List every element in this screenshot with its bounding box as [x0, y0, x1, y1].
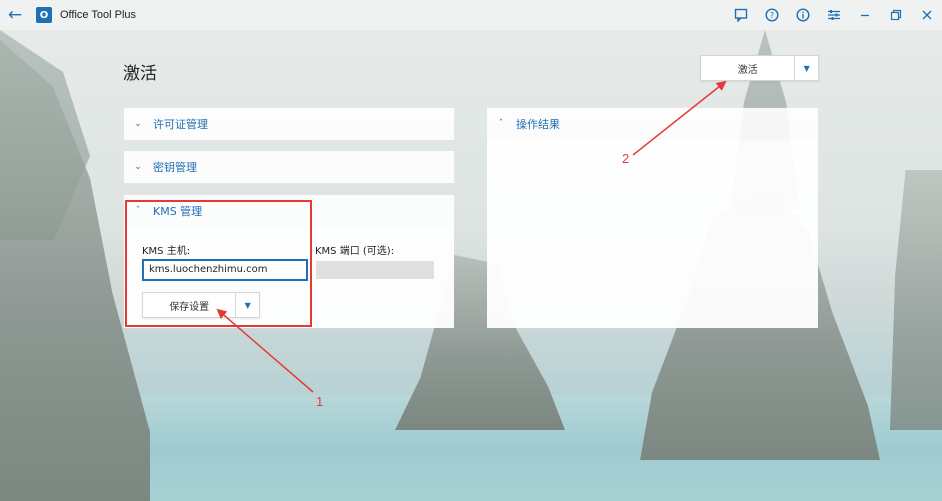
- close-icon[interactable]: [911, 0, 942, 30]
- back-arrow-icon[interactable]: ←: [0, 0, 30, 30]
- license-management-label: 许可证管理: [153, 118, 208, 131]
- kms-highlight-box: [125, 200, 312, 327]
- activate-split-button: 激活 ▼: [700, 55, 819, 81]
- help-icon[interactable]: ?: [756, 0, 787, 30]
- key-management-label: 密钥管理: [153, 161, 197, 174]
- key-management-header[interactable]: ⌄ 密钥管理: [124, 151, 454, 183]
- operation-result-panel: ˆ 操作结果: [487, 108, 818, 328]
- title-bar-actions: ?: [725, 0, 942, 30]
- title-bar: ← O Office Tool Plus ?: [0, 0, 942, 30]
- annotation-number-2: 2: [622, 151, 630, 166]
- activate-dropdown-button[interactable]: ▼: [794, 56, 818, 80]
- operation-result-header[interactable]: ˆ 操作结果: [487, 108, 818, 140]
- app-logo-icon: O: [36, 7, 52, 23]
- kms-port-input[interactable]: [316, 261, 434, 279]
- settings-icon[interactable]: [818, 0, 849, 30]
- window-title: Office Tool Plus: [60, 9, 137, 21]
- caret-down-icon: ▼: [803, 63, 810, 73]
- annotation-number-1: 1: [316, 394, 324, 409]
- restore-icon[interactable]: [880, 0, 911, 30]
- license-management-header[interactable]: ⌄ 许可证管理: [124, 108, 454, 140]
- chevron-up-icon: ˆ: [498, 119, 504, 129]
- page-title: 激活: [123, 64, 157, 84]
- info-icon[interactable]: [787, 0, 818, 30]
- activate-button[interactable]: 激活: [701, 56, 794, 80]
- license-management-panel: ⌄ 许可证管理: [124, 108, 454, 140]
- minimize-icon[interactable]: [849, 0, 880, 30]
- chevron-down-icon: ⌄: [134, 162, 142, 172]
- key-management-panel: ⌄ 密钥管理: [124, 151, 454, 183]
- feedback-icon[interactable]: [725, 0, 756, 30]
- chevron-down-icon: ⌄: [134, 119, 142, 129]
- operation-result-body: [487, 140, 818, 328]
- kms-port-label: KMS 端口 (可选):: [315, 246, 395, 257]
- operation-result-label: 操作结果: [516, 118, 560, 131]
- svg-text:?: ?: [769, 11, 773, 20]
